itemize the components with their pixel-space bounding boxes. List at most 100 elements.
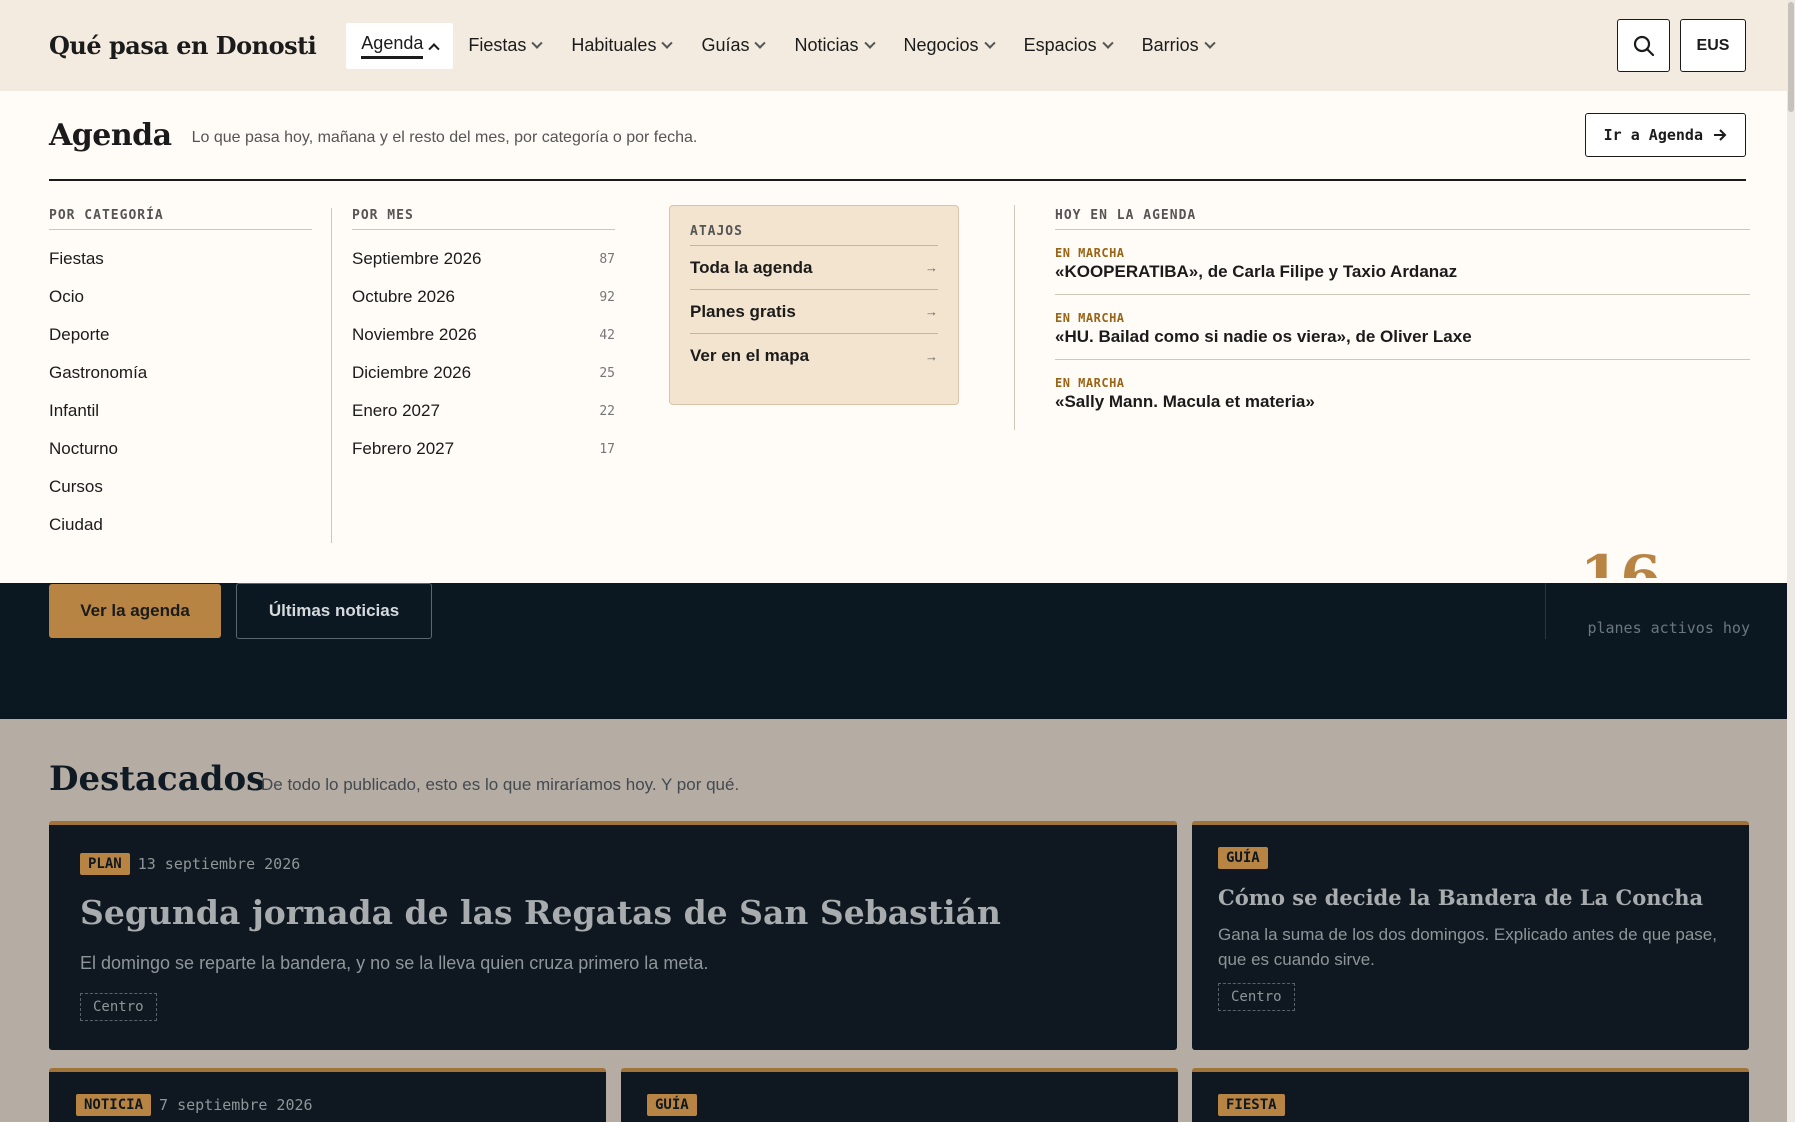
month-count: 25 [599,365,615,381]
card-meta: FIESTA [1218,1094,1285,1116]
card-badge: PLAN [80,853,130,875]
nav-noticias-label: Noticias [794,35,859,55]
category-link[interactable]: Cursos [49,468,312,506]
mega-subtitle: Lo que pasa hoy, mañana y el resto del m… [191,129,698,146]
featured-card-main[interactable]: PLAN 13 septiembre 2026 Segunda jornada … [49,821,1177,1050]
shortcut-all-agenda[interactable]: Toda la agenda → [690,246,938,290]
agenda-mega-menu: Agenda Lo que pasa hoy, mañana y el rest… [0,91,1795,583]
category-link[interactable]: Gastronomía [49,354,312,392]
chevron-down-icon [1203,37,1216,49]
scrollbar-thumb[interactable] [1788,2,1794,112]
site-logo[interactable]: Qué pasa en Donosti [49,31,317,60]
nav-negocios[interactable]: Negocios [889,23,1009,69]
arrow-right-icon: → [925,260,938,275]
shortcut-label: Toda la agenda [690,257,813,277]
featured-card[interactable]: GUÍA Cómo se decide la Bandera de La Con… [1192,821,1749,1050]
month-column: POR MES Septiembre 2026 87 Octubre 2026 92… [352,208,615,468]
nav-agenda-label: Agenda [361,33,424,59]
category-link[interactable]: Nocturno [49,430,312,468]
nav-habituales[interactable]: Habituales [556,23,686,69]
nav-espacios-label: Espacios [1023,35,1097,55]
language-button[interactable]: EUS [1680,19,1746,72]
card-date: 13 septiembre 2026 [137,855,301,873]
featured-card[interactable]: NOTICIA 7 septiembre 2026 [49,1068,606,1122]
month-link[interactable]: Febrero 2027 17 [352,430,615,468]
main-nav: Agenda Fiestas Habituales Guías Noticias… [346,22,1229,69]
category-heading: POR CATEGORÍA [49,208,312,230]
shortcuts-heading: ATAJOS [690,224,938,246]
category-link[interactable]: Deporte [49,316,312,354]
search-icon [1633,35,1654,56]
category-list: Fiestas Ocio Deporte Gastronomía Infanti… [49,240,312,544]
featured-subtitle: De todo lo publicado, esto es lo que mir… [261,775,740,794]
latest-news-button[interactable]: Últimas noticias [236,583,432,639]
today-heading: HOY EN LA AGENDA [1055,208,1750,230]
month-link[interactable]: Octubre 2026 92 [352,278,615,316]
today-event[interactable]: EN MARCHA «HU. Bailad como si nadie os v… [1055,295,1750,360]
card-badge: NOTICIA [76,1094,152,1116]
card-badge: GUÍA [647,1094,697,1116]
category-link[interactable]: Infantil [49,392,312,430]
chevron-down-icon [531,37,544,49]
search-button[interactable] [1617,19,1670,72]
column-divider [1014,205,1015,430]
active-plans-stat: 16 planes activos hoy [1545,543,1750,639]
today-column: HOY EN LA AGENDA EN MARCHA «KOOPERATIBA»… [1055,208,1750,424]
shortcut-label: Ver en el mapa [690,346,810,365]
arrow-right-icon: → [925,304,938,319]
mega-columns: POR CATEGORÍA Fiestas Ocio Deporte Gastr… [49,181,1750,581]
month-link[interactable]: Septiembre 2026 87 [352,240,615,278]
event-status: EN MARCHA [1055,246,1125,260]
shortcut-free-plans[interactable]: Planes gratis → [690,290,938,334]
go-to-agenda-label: Ir a Agenda [1603,126,1703,144]
month-count: 17 [599,441,615,457]
month-link[interactable]: Noviembre 2026 42 [352,316,615,354]
mega-title: Agenda [49,117,172,153]
today-event[interactable]: EN MARCHA «KOOPERATIBA», de Carla Filipe… [1055,230,1750,295]
featured-card[interactable]: FIESTA [1192,1068,1749,1122]
featured-card[interactable]: GUÍA [621,1068,1178,1122]
card-description: Gana la suma de los dos domingos. Explic… [1218,925,1717,969]
chevron-down-icon [1101,37,1114,49]
view-agenda-button[interactable]: Ver la agenda [49,584,221,638]
category-link[interactable]: Ciudad [49,506,312,544]
month-label: Enero 2027 [352,401,440,420]
shortcuts-panel: ATAJOS Toda la agenda → Planes gratis → Ve… [669,205,959,405]
month-count: 22 [599,403,615,419]
page-scrollbar[interactable] [1787,0,1795,1122]
category-link[interactable]: Ocio [49,278,312,316]
neighborhood-tag[interactable]: Centro [1218,983,1295,1011]
card-title: Cómo se decide la Bandera de La Concha [1218,885,1704,910]
month-label: Febrero 2027 [352,439,455,458]
shortcut-label: Planes gratis [690,301,796,321]
nav-habituales-label: Habituales [571,35,657,55]
featured-section: Destacados De todo lo publicado, esto es… [0,719,1795,1122]
month-label: Diciembre 2026 [352,363,472,382]
nav-guias-label: Guías [701,35,750,55]
month-link[interactable]: Enero 2027 22 [352,392,615,430]
nav-noticias[interactable]: Noticias [779,23,888,69]
shortcut-map[interactable]: Ver en el mapa → [690,334,938,378]
neighborhood-tag[interactable]: Centro [80,993,157,1021]
chevron-down-icon [863,37,876,49]
chevron-down-icon [983,37,996,49]
nav-fiestas[interactable]: Fiestas [453,23,556,69]
go-to-agenda-button[interactable]: Ir a Agenda [1584,113,1746,157]
chevron-up-icon [428,42,441,54]
card-badge: GUÍA [1218,847,1268,869]
month-count: 42 [599,327,615,343]
month-list: Septiembre 2026 87 Octubre 2026 92 Noviemb… [352,240,615,468]
month-label: Septiembre 2026 [352,249,482,268]
month-heading: POR MES [352,208,615,230]
event-title: «KOOPERATIBA», de Carla Filipe y Taxio A… [1055,262,1458,281]
card-meta: GUÍA [647,1094,697,1116]
mega-header: Agenda Lo que pasa hoy, mañana y el rest… [49,91,1746,181]
nav-agenda[interactable]: Agenda [346,22,454,69]
month-link[interactable]: Diciembre 2026 25 [352,354,615,392]
nav-negocios-label: Negocios [903,35,979,55]
category-link[interactable]: Fiestas [49,240,312,278]
nav-espacios[interactable]: Espacios [1009,23,1127,69]
nav-guias[interactable]: Guías [686,23,779,69]
nav-barrios[interactable]: Barrios [1127,23,1229,69]
today-event[interactable]: EN MARCHA «Sally Mann. Macula et materia… [1055,360,1750,424]
